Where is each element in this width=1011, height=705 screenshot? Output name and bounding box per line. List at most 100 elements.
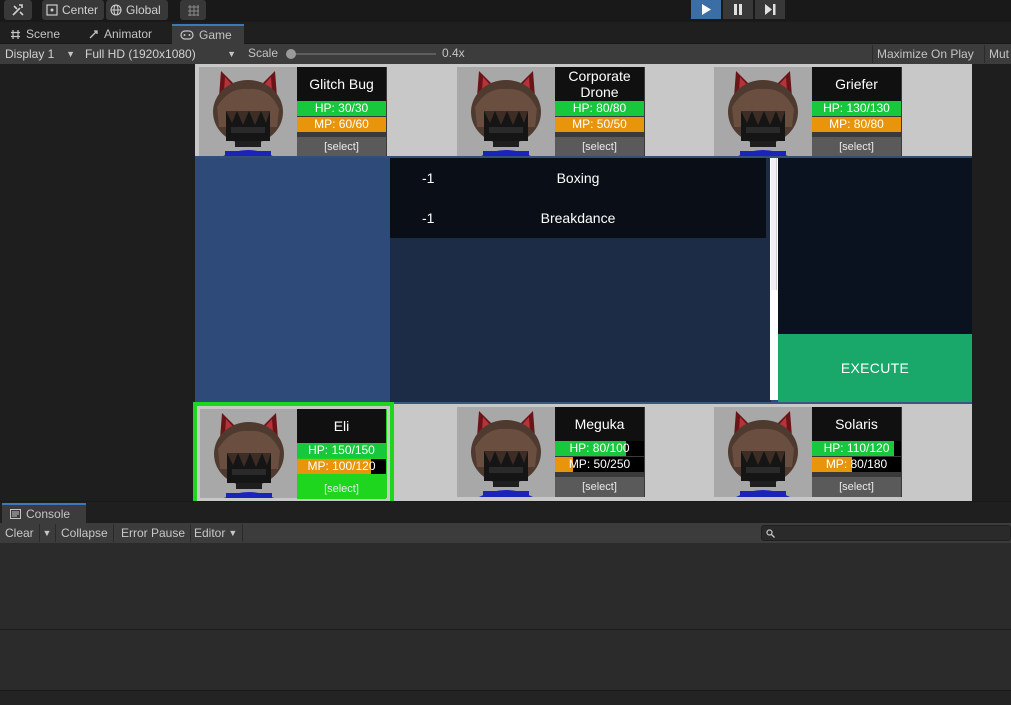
main-toolbar: Center Global xyxy=(0,0,1011,22)
tab-scene-label: Scene xyxy=(26,27,61,41)
player-info: Eli HP: 150/150 MP: 100/120 [select] xyxy=(297,409,387,499)
enemy-row: Glitch Bug HP: 30/30 MP: 60/60 [select] … xyxy=(195,64,972,157)
resolution-label: Full HD (1920x1080) xyxy=(85,47,196,61)
mp-text: MP: 60/60 xyxy=(314,117,369,131)
select-button[interactable]: [select] xyxy=(555,477,644,497)
resolution-dropdown[interactable]: Full HD (1920x1080) ▼ xyxy=(81,45,241,63)
editor-dropdown[interactable]: Editor ▼ xyxy=(189,524,244,542)
tab-animator[interactable]: Animator xyxy=(80,24,160,44)
skill-item[interactable]: -1 Breakdance xyxy=(390,198,766,238)
select-button[interactable]: [select] xyxy=(297,479,386,499)
mp-bar: MP: 100/120 xyxy=(297,459,386,474)
enemy-card: Corporate Drone HP: 80/80 MP: 50/50 [sel… xyxy=(457,67,645,157)
mp-bar: MP: 50/250 xyxy=(555,457,644,472)
mp-text: MP: 80/180 xyxy=(825,457,888,471)
character-portrait xyxy=(457,67,555,157)
player-card-selected: Eli HP: 150/150 MP: 100/120 [select] xyxy=(193,402,394,505)
tab-console[interactable]: Console xyxy=(2,503,86,523)
maximize-on-play-toggle[interactable]: Maximize On Play xyxy=(872,45,978,63)
mute-audio-toggle[interactable]: Mut xyxy=(984,45,1011,63)
enemy-card: Glitch Bug HP: 30/30 MP: 60/60 [select] xyxy=(199,67,387,157)
pivot-center-button[interactable]: Center xyxy=(42,0,104,20)
error-pause-toggle[interactable]: Error Pause xyxy=(116,524,192,542)
character-portrait xyxy=(457,407,555,497)
animator-icon xyxy=(89,29,98,38)
hp-bar: HP: 150/150 xyxy=(297,443,386,458)
skill-item[interactable]: -1 Boxing xyxy=(390,158,766,198)
chevron-down-icon: ▼ xyxy=(42,528,52,538)
execute-button[interactable]: EXECUTE xyxy=(778,334,972,402)
select-button[interactable]: [select] xyxy=(297,137,386,157)
chevron-down-icon: ▼ xyxy=(228,528,238,538)
center-label: Center xyxy=(62,3,99,17)
search-icon xyxy=(766,529,775,538)
hp-text: HP: 80/80 xyxy=(572,101,627,115)
enemy-name: Corporate Drone xyxy=(555,67,644,101)
collapse-toggle[interactable]: Collapse xyxy=(56,524,114,542)
console-search-input[interactable] xyxy=(761,525,1011,541)
clear-options-dropdown[interactable]: ▼ xyxy=(39,524,56,542)
select-button[interactable]: [select] xyxy=(812,477,901,497)
play-button[interactable] xyxy=(691,0,721,19)
pause-icon xyxy=(734,4,742,15)
player-name: Eli xyxy=(297,409,386,443)
select-button[interactable]: [select] xyxy=(555,137,644,157)
skill-list-scrollbar[interactable] xyxy=(770,158,778,400)
scale-value: 0.4x xyxy=(442,46,465,60)
globe-icon xyxy=(110,4,122,16)
skill-list: -1 Boxing -1 Breakdance xyxy=(390,158,771,402)
game-canvas: Glitch Bug HP: 30/30 MP: 60/60 [select] … xyxy=(193,64,972,505)
skill-name: Breakdance xyxy=(540,210,616,226)
hp-bar: HP: 80/100 xyxy=(555,441,644,456)
character-portrait xyxy=(714,407,812,497)
enemy-card: Griefer HP: 130/130 MP: 80/80 [select] xyxy=(714,67,902,157)
grid-snap-icon[interactable] xyxy=(180,0,206,20)
collapse-label: Collapse xyxy=(61,526,108,540)
select-button[interactable]: [select] xyxy=(812,137,901,157)
editor-label: Editor xyxy=(194,526,226,540)
hp-text: HP: 80/100 xyxy=(569,441,630,455)
mp-bar: MP: 80/180 xyxy=(812,457,901,472)
scale-slider-track[interactable] xyxy=(288,53,436,55)
step-button[interactable] xyxy=(755,0,785,19)
player-row: Eli HP: 150/150 MP: 100/120 [select] Meg… xyxy=(193,402,972,505)
enemy-info: Griefer HP: 130/130 MP: 80/80 [select] xyxy=(812,67,902,157)
console-toolbar: Clear ▼ Collapse Error Pause Editor ▼ xyxy=(0,523,1011,543)
description-panel xyxy=(778,158,972,334)
tools-icon[interactable] xyxy=(4,0,32,20)
clear-button[interactable]: Clear xyxy=(0,524,40,542)
player-card: Solaris HP: 110/120 MP: 80/180 [select] xyxy=(714,407,902,497)
player-card: Meguka HP: 80/100 MP: 50/250 [select] xyxy=(457,407,645,497)
hash-icon xyxy=(11,29,20,39)
console-icon xyxy=(10,509,21,519)
mp-bar: MP: 50/50 xyxy=(555,117,644,132)
scale-slider-handle[interactable] xyxy=(286,49,296,59)
console-log-list[interactable] xyxy=(0,543,1011,630)
player-name: Solaris xyxy=(812,407,901,441)
player-name: Meguka xyxy=(555,407,644,441)
error-pause-label: Error Pause xyxy=(121,526,186,540)
clear-label: Clear xyxy=(5,526,34,540)
mp-bar: MP: 60/60 xyxy=(297,117,386,132)
tab-console-label: Console xyxy=(26,507,71,521)
enemy-name: Griefer xyxy=(812,67,901,101)
hp-text: HP: 30/30 xyxy=(314,101,369,115)
mp-text: MP: 100/120 xyxy=(307,459,376,473)
player-info: Solaris HP: 110/120 MP: 80/180 [select] xyxy=(812,407,902,497)
character-portrait xyxy=(200,409,298,498)
pivot-global-button[interactable]: Global xyxy=(106,0,168,20)
chevron-down-icon: ▼ xyxy=(66,49,75,59)
scrollbar-thumb[interactable] xyxy=(771,158,777,290)
console-detail-panel xyxy=(0,630,1011,690)
hp-text: HP: 150/150 xyxy=(308,443,375,457)
mp-text: MP: 50/250 xyxy=(568,457,631,471)
tab-scene[interactable]: Scene xyxy=(2,24,68,44)
character-portrait xyxy=(199,67,297,157)
tab-game[interactable]: Game xyxy=(172,24,244,44)
hp-bar: HP: 80/80 xyxy=(555,101,644,116)
hp-bar: HP: 110/120 xyxy=(812,441,901,456)
display-dropdown[interactable]: Display 1 ▼ xyxy=(1,45,80,63)
pause-button[interactable] xyxy=(723,0,753,19)
mp-text: MP: 50/50 xyxy=(572,117,627,131)
maximize-label: Maximize On Play xyxy=(877,47,974,61)
